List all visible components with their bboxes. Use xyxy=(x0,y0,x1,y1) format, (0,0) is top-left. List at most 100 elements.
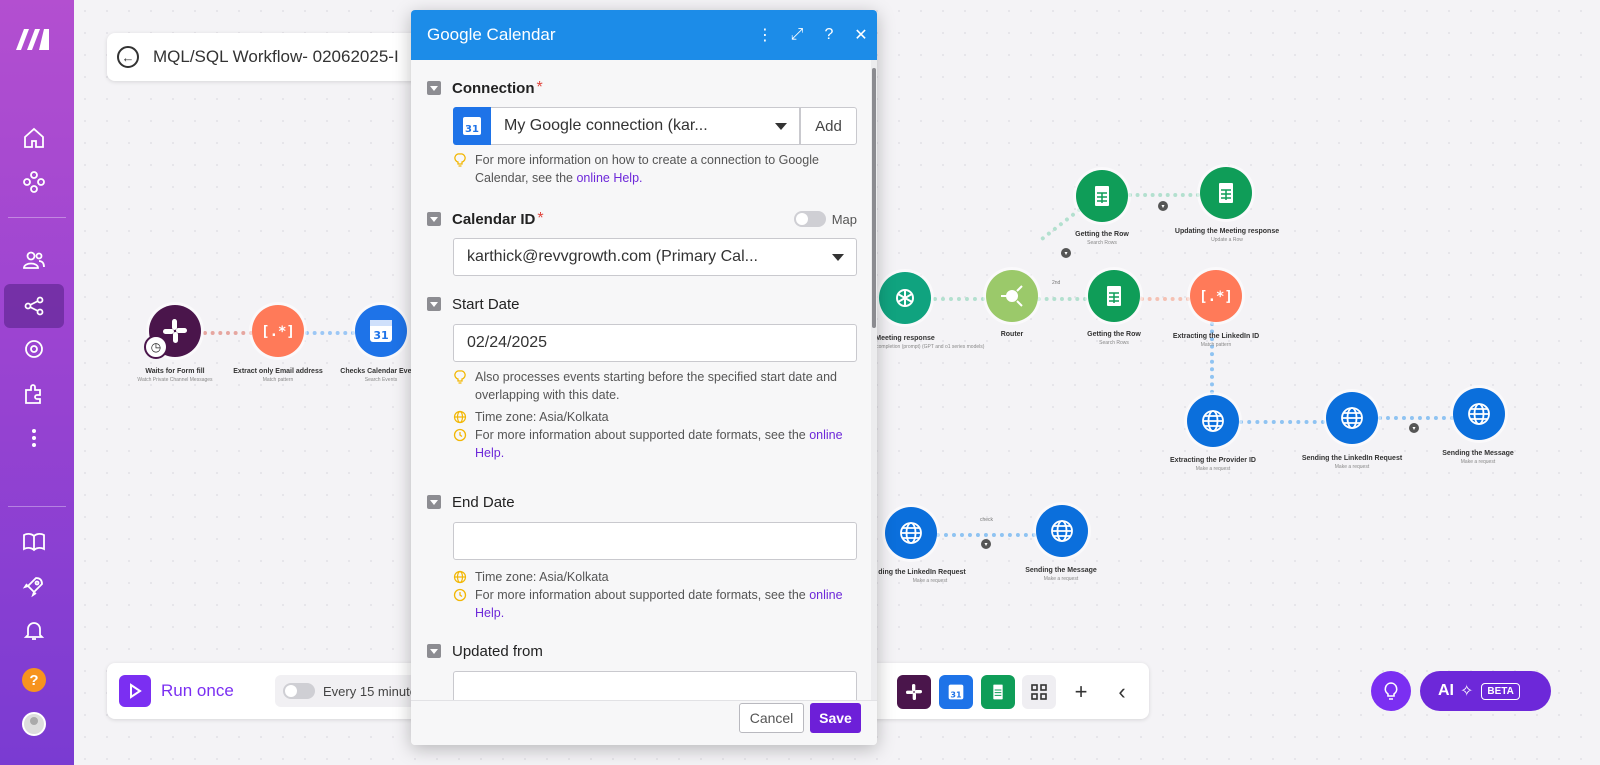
end-date-format-hint: For more information about supported dat… xyxy=(453,586,857,622)
beta-badge: BETA xyxy=(1481,682,1520,700)
collapse-icon[interactable] xyxy=(427,212,441,226)
google-sheets-module[interactable] xyxy=(1200,167,1252,219)
ai-assistant-button[interactable]: AI ✧ BETA xyxy=(1420,671,1551,711)
sparkle-icon: ✧ xyxy=(1460,683,1474,700)
expand-icon[interactable]: ⤢ xyxy=(781,26,813,44)
openai-icon xyxy=(896,289,914,307)
end-date-field: End Date Time zone: Asia/Kolkata For mor… xyxy=(427,491,857,622)
lightbulb-icon xyxy=(454,370,466,384)
share-nodes-icon[interactable] xyxy=(4,160,64,204)
connection-hint-text: For more information on how to create a … xyxy=(475,153,819,185)
filter-icon[interactable]: ▾ xyxy=(981,539,991,549)
google-calendar-module[interactable]: 31 xyxy=(355,305,407,357)
add-connection-button[interactable]: Add xyxy=(800,107,857,145)
lightbulb-button[interactable] xyxy=(1371,671,1411,711)
map-switch[interactable] xyxy=(793,211,826,227)
connection-select[interactable]: My Google connection (kar... xyxy=(491,107,800,145)
sheets-icon xyxy=(1219,183,1233,203)
back-arrow-icon[interactable]: ← xyxy=(117,46,139,68)
apps-grid-button[interactable] xyxy=(1022,675,1056,709)
run-once-button[interactable]: Run once xyxy=(119,675,234,707)
save-button[interactable]: Save xyxy=(810,703,861,733)
bell-icon[interactable] xyxy=(4,608,64,652)
module-sublabel: Make a request xyxy=(1195,466,1231,472)
connection-value: My Google connection (kar... xyxy=(504,117,708,134)
openai-module[interactable] xyxy=(879,272,931,324)
module-label: Getting the Row xyxy=(1075,231,1129,238)
http-module[interactable] xyxy=(1326,392,1378,444)
rocket-icon[interactable] xyxy=(4,564,64,608)
calendar-id-select[interactable]: karthick@revvgrowth.com (Primary Cal... xyxy=(453,238,857,276)
end-date-input[interactable] xyxy=(453,522,857,560)
scenarios-icon[interactable] xyxy=(4,284,64,328)
avatar[interactable] xyxy=(22,712,46,736)
connector xyxy=(933,297,985,301)
clock-icon xyxy=(453,428,467,442)
module-label: Sending the LinkedIn Request xyxy=(1301,455,1403,462)
filter-icon[interactable]: ▾ xyxy=(1409,423,1419,433)
globe-icon xyxy=(1051,520,1073,542)
module-sublabel: Update a Row xyxy=(1211,237,1243,243)
start-date-hint: Also processes events starting before th… xyxy=(453,368,857,404)
home-icon[interactable] xyxy=(4,116,64,160)
filter-icon[interactable]: ▾ xyxy=(1061,248,1071,258)
calendar-app-button[interactable]: 31 xyxy=(939,675,973,709)
module-label: Extracting the Provider ID xyxy=(1170,457,1256,464)
clock-icon xyxy=(453,588,467,602)
module-label: Sending the Message xyxy=(1025,567,1097,574)
start-date-value: 02/24/2025 xyxy=(467,334,548,351)
schedule-switch[interactable] xyxy=(283,683,315,699)
collapse-icon[interactable] xyxy=(427,495,441,509)
help-icon[interactable]: ? xyxy=(22,668,46,692)
add-icon[interactable]: + xyxy=(1064,675,1098,709)
module-label: Getting the Row xyxy=(1087,331,1141,338)
question-icon[interactable]: ? xyxy=(813,26,845,44)
sheets-icon xyxy=(993,684,1003,700)
lightbulb-icon xyxy=(1384,682,1398,700)
globe-icon xyxy=(1202,410,1224,432)
http-module[interactable] xyxy=(885,507,937,559)
http-module[interactable] xyxy=(1036,505,1088,557)
text-parser-module[interactable]: [.*] xyxy=(252,305,304,357)
book-icon[interactable] xyxy=(4,520,64,564)
brackets-icon: [.*] xyxy=(263,324,293,340)
connections-icon[interactable] xyxy=(4,327,64,371)
collapse-icon[interactable] xyxy=(427,644,441,658)
filter-icon[interactable]: ▾ xyxy=(1158,201,1168,211)
module-label: ding the LinkedIn Request xyxy=(878,569,966,576)
start-date-timezone: Time zone: Asia/Kolkata xyxy=(453,408,857,426)
connector xyxy=(1140,297,1190,301)
start-date-input[interactable]: 02/24/2025 xyxy=(453,324,857,362)
close-icon[interactable]: ✕ xyxy=(845,25,877,45)
map-toggle[interactable]: Map xyxy=(793,211,857,227)
online-help-link[interactable]: online Help. xyxy=(576,171,642,185)
slack-app-button[interactable] xyxy=(897,675,931,709)
make-logo-icon[interactable] xyxy=(14,26,54,52)
http-module[interactable] xyxy=(1453,388,1505,440)
http-module[interactable] xyxy=(1187,395,1239,447)
collapse-icon[interactable] xyxy=(427,297,441,311)
scenario-title[interactable]: MQL/SQL Workflow- 02062025-I xyxy=(153,47,399,67)
schedule-toggle[interactable]: Every 15 minute xyxy=(275,675,425,707)
kebab-menu-icon[interactable]: ⋮ xyxy=(749,25,781,45)
updated-from-input[interactable] xyxy=(453,671,857,700)
globe-icon xyxy=(453,570,467,584)
text-parser-module[interactable]: [.*] xyxy=(1190,270,1242,322)
timezone-text: Time zone: Asia/Kolkata xyxy=(475,410,609,424)
google-sheets-module[interactable] xyxy=(1076,170,1128,222)
module-sublabel: Match pattern xyxy=(262,377,294,383)
required-mark: * xyxy=(536,79,543,96)
brackets-icon: [.*] xyxy=(1201,289,1231,305)
sheets-app-button[interactable] xyxy=(981,675,1015,709)
collapse-icon[interactable] xyxy=(427,81,441,95)
svg-text:[.*]: [.*] xyxy=(1201,289,1231,305)
cancel-button[interactable]: Cancel xyxy=(739,703,804,733)
more-icon[interactable] xyxy=(4,416,64,460)
google-sheets-module[interactable] xyxy=(1088,270,1140,322)
scrollbar-thumb[interactable] xyxy=(872,68,876,328)
chevron-left-icon[interactable]: ‹ xyxy=(1105,675,1139,709)
team-icon[interactable] xyxy=(4,238,64,282)
router-module[interactable] xyxy=(986,270,1038,322)
modal-scrollbar[interactable] xyxy=(871,60,877,700)
puzzle-icon[interactable] xyxy=(4,372,64,416)
